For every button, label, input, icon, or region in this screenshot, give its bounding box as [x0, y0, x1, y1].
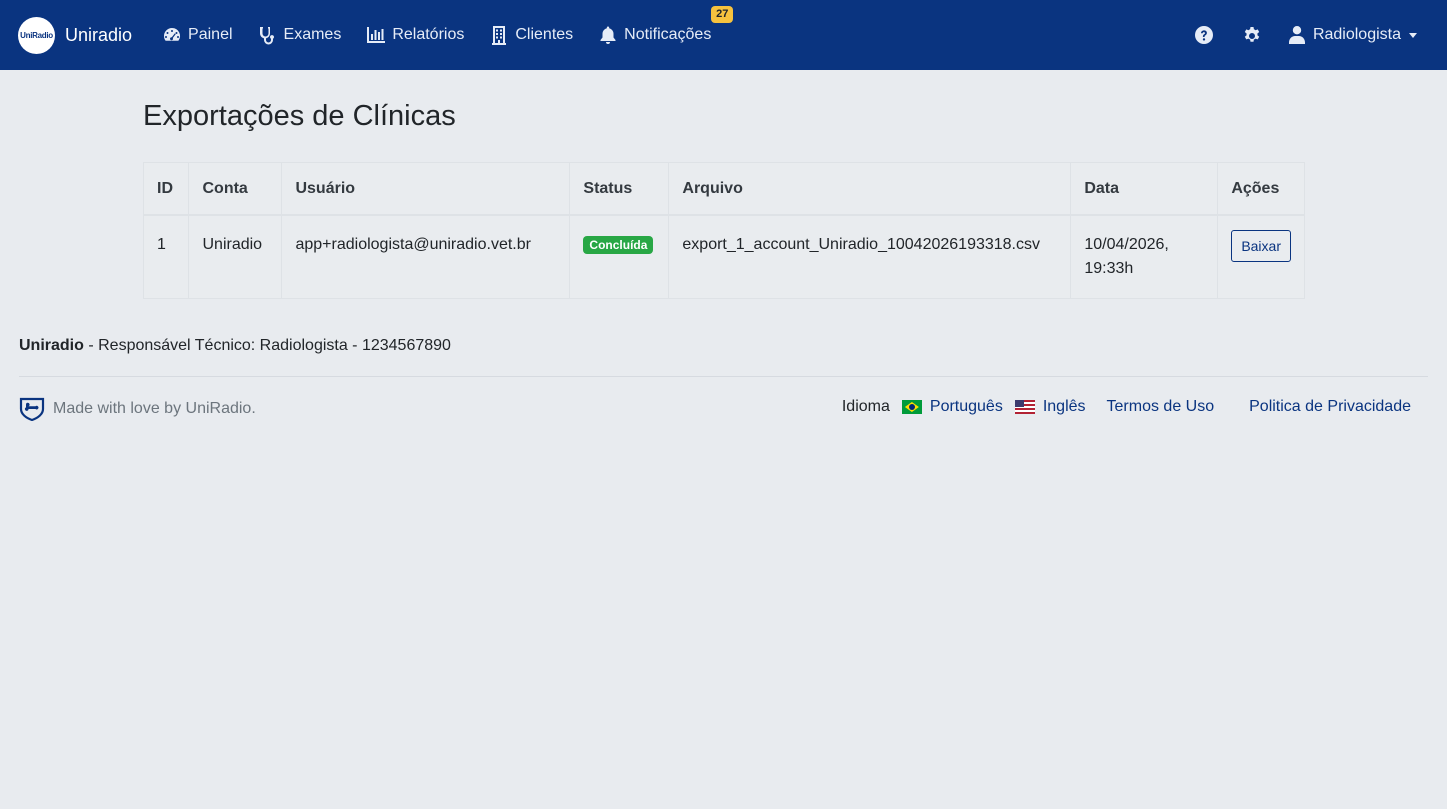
- settings-button[interactable]: [1241, 24, 1263, 46]
- nav-item-exames[interactable]: Exames: [258, 25, 342, 45]
- nav-label: Notificações: [624, 26, 712, 43]
- user-menu-dropdown[interactable]: Radiologista: [1288, 26, 1417, 44]
- nav-item-notificacoes[interactable]: Notificações 27: [598, 6, 734, 45]
- footer-links: Idioma Português Inglês Termos de Uso Po…: [842, 398, 1411, 416]
- table-header-row: ID Conta Usuário Status Arquivo Data Açõ…: [144, 163, 1304, 216]
- gear-icon: [1244, 27, 1260, 42]
- cell-status: Concluída: [569, 215, 670, 298]
- page-title: Exportações de Clínicas: [143, 100, 456, 132]
- made-with-text: Made with love by UniRadio.: [53, 400, 256, 417]
- us-flag-icon: [1014, 400, 1035, 414]
- chevron-down-icon: [1409, 32, 1417, 38]
- building-icon: [492, 26, 507, 45]
- language-link-portuguese[interactable]: Português: [901, 398, 1003, 416]
- column-header-acoes: Ações: [1217, 163, 1304, 216]
- bell-icon: [600, 26, 616, 44]
- exports-table: ID Conta Usuário Status Arquivo Data Açõ…: [144, 163, 1304, 298]
- nav-right: Radiologista: [1167, 24, 1417, 46]
- user-icon: [1288, 26, 1305, 44]
- brand-name: Uniradio: [65, 24, 133, 45]
- nav-item-painel[interactable]: Painel: [162, 25, 233, 45]
- cell-acoes: Baixar: [1218, 215, 1304, 298]
- table-row: 1 Uniradio app+radiologista@uniradio.vet…: [144, 215, 1304, 298]
- column-header-id: ID: [144, 163, 190, 216]
- exports-table-container: ID Conta Usuário Status Arquivo Data Açõ…: [143, 162, 1305, 299]
- cell-id: 1: [144, 215, 190, 298]
- cell-arquivo: export_1_account_Uniradio_10042026193318…: [668, 215, 1072, 298]
- user-name: Radiologista: [1312, 26, 1401, 43]
- footer-divider: [19, 376, 1428, 377]
- footer-responsible-line: Uniradio - Responsável Técnico: Radiolog…: [19, 337, 451, 355]
- nav-label: Exames: [283, 26, 342, 43]
- nav-item-clientes[interactable]: Clientes: [489, 25, 573, 45]
- language-label: Idioma: [841, 398, 890, 415]
- help-button[interactable]: [1193, 24, 1215, 46]
- brand-logo: UniRadio: [18, 16, 55, 54]
- terms-link[interactable]: Termos de Uso: [1107, 398, 1215, 416]
- column-header-status: Status: [569, 163, 670, 216]
- status-badge: Concluída: [583, 236, 654, 254]
- cell-data: 10/04/2026, 19:33h: [1070, 215, 1219, 298]
- bar-chart-icon: [367, 27, 386, 43]
- column-header-data: Data: [1070, 163, 1219, 216]
- top-navbar: UniRadio Uniradio Painel Exames Relatóri…: [0, 0, 1447, 70]
- column-header-conta: Conta: [188, 163, 283, 216]
- uniradio-shield-icon: [19, 397, 45, 421]
- cell-usuario: app+radiologista@uniradio.vet.br: [281, 215, 571, 298]
- brazil-flag-icon: [901, 400, 922, 414]
- privacy-link[interactable]: Politica de Privacidade: [1249, 398, 1411, 416]
- dashboard-icon: [164, 28, 181, 41]
- nav-label: Painel: [188, 26, 233, 43]
- footer-company: Uniradio: [19, 337, 84, 354]
- nav-label: Relatórios: [392, 26, 465, 43]
- made-with-love: Made with love by UniRadio.: [19, 397, 256, 421]
- brand-link[interactable]: UniRadio Uniradio: [18, 16, 133, 54]
- column-header-arquivo: Arquivo: [668, 163, 1072, 216]
- download-button[interactable]: Baixar: [1231, 230, 1291, 262]
- question-circle-icon: [1194, 26, 1213, 44]
- column-header-usuario: Usuário: [281, 163, 571, 216]
- nav-item-relatorios[interactable]: Relatórios: [366, 25, 464, 45]
- cell-conta: Uniradio: [188, 215, 283, 298]
- stethoscope-icon: [259, 27, 274, 45]
- nav-label: Clientes: [515, 26, 574, 43]
- language-english-label: Inglês: [1042, 398, 1086, 415]
- language-link-english[interactable]: Inglês: [1014, 398, 1086, 416]
- language-portuguese-label: Português: [929, 398, 1003, 415]
- notification-count-badge: 27: [711, 6, 734, 23]
- footer-responsible: - Responsável Técnico: Radiologista - 12…: [83, 337, 451, 354]
- main-nav: Painel Exames Relatórios Clientes Notifi…: [162, 6, 736, 45]
